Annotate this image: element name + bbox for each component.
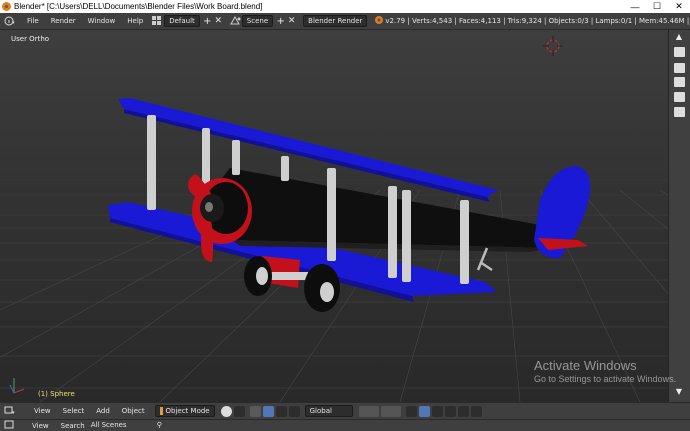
close-button[interactable]: ✕ [668, 0, 690, 13]
manipulator-toggle-icon[interactable] [249, 405, 261, 417]
snap-icon[interactable] [431, 405, 443, 417]
display-mode-label: All Scenes [90, 420, 127, 429]
3d-viewport[interactable]: User Ortho (1) Sphere [0, 30, 668, 402]
3d-view-header: ▾ View Select Add Object Object Mode Glo… [0, 402, 690, 419]
menu-select[interactable]: Select [57, 407, 91, 415]
window-title: Blender* [C:\Users\DELL\Documents\Blende… [14, 2, 263, 11]
sidebar-panel-5-icon[interactable] [674, 107, 685, 117]
layers-grid-2-icon[interactable] [380, 405, 401, 417]
menu-window[interactable]: Window [82, 17, 122, 25]
remove-scene-icon[interactable]: ✕ [286, 15, 297, 27]
render-engine-select[interactable]: Blender Render [303, 15, 368, 27]
menu-help[interactable]: Help [121, 17, 149, 25]
snap-element-icon[interactable] [444, 405, 456, 417]
add-screen-icon[interactable]: + [202, 15, 213, 27]
proportional-edit-icon[interactable] [418, 405, 430, 417]
view-label: User Ortho [11, 35, 50, 43]
object-mode-icon [159, 407, 163, 415]
screen-layout-label: Default [169, 17, 195, 25]
svg-text:▾: ▾ [12, 410, 15, 415]
scene-label: Scene [246, 17, 269, 25]
active-object-label: (1) Sphere [38, 390, 75, 398]
blender-logo-icon [373, 15, 384, 27]
3d-cursor-icon[interactable] [543, 36, 563, 56]
menu-file[interactable]: File [21, 17, 45, 25]
render-opengl-icon[interactable] [457, 405, 469, 417]
menu-add[interactable]: Add [90, 407, 116, 415]
minimize-button[interactable]: — [624, 0, 646, 13]
mode-select[interactable]: Object Mode [154, 405, 215, 417]
scroll-up-icon[interactable]: ▲ [673, 32, 685, 44]
render-engine-label: Blender Render [308, 17, 363, 25]
watermark-title: Activate Windows [534, 358, 637, 373]
orientation-label: Global [309, 407, 332, 415]
tool-shelf-sidebar: ▲ ▼ [668, 30, 690, 402]
watermark-subtitle: Go to Settings to activate Windows. [534, 374, 677, 384]
info-header: ▾ File Render Window Help Default + ✕ Sc… [0, 13, 690, 30]
editor-type-icon[interactable]: ▾ [4, 15, 15, 27]
search-field[interactable]: ⚲ [157, 421, 217, 431]
sidebar-panel-1-icon[interactable] [674, 47, 685, 57]
menu-render[interactable]: Render [45, 17, 82, 25]
svg-text:▾: ▾ [12, 20, 15, 26]
viewport-shading-icon[interactable] [220, 405, 232, 417]
display-mode-select[interactable]: All Scenes [91, 421, 153, 431]
transform-orientation-select[interactable]: Global [304, 405, 353, 417]
maximize-button[interactable]: ☐ [646, 0, 668, 13]
mode-label: Object Mode [165, 407, 210, 415]
rotate-manipulator-icon[interactable] [275, 405, 287, 417]
editor-type-outliner-icon[interactable] [4, 420, 20, 431]
screen-layout-select[interactable]: Default [164, 15, 200, 27]
scene-icon[interactable] [229, 15, 242, 27]
search-icon: ⚲ [156, 420, 162, 429]
editor-type-3d-view-icon[interactable]: ▾ [4, 405, 18, 417]
outliner-header: View Search All Scenes ⚲ [0, 419, 690, 431]
window-title-bar: Blender* [C:\Users\DELL\Documents\Blende… [0, 0, 690, 13]
outliner-menu-view[interactable]: View [26, 422, 55, 430]
info-icon: ▾ [4, 16, 15, 26]
layers-grid-icon[interactable] [358, 405, 379, 417]
remove-screen-icon[interactable]: ✕ [213, 15, 224, 27]
outliner-menu-search[interactable]: Search [55, 422, 91, 430]
add-scene-icon[interactable]: + [275, 15, 286, 27]
scale-manipulator-icon[interactable] [288, 405, 300, 417]
menu-view[interactable]: View [28, 407, 57, 415]
activate-windows-watermark: Activate Windows Go to Settings to activ… [534, 358, 676, 384]
scroll-down-icon[interactable]: ▼ [673, 387, 685, 399]
menu-object[interactable]: Object [116, 407, 151, 415]
sidebar-panel-3-icon[interactable] [674, 77, 685, 87]
blender-logo-icon [2, 2, 11, 11]
screen-layout-grid-icon[interactable] [152, 15, 164, 27]
render-animation-icon[interactable] [470, 405, 482, 417]
viewport-scene [0, 36, 668, 402]
sidebar-panel-4-icon[interactable] [674, 92, 685, 102]
translate-manipulator-icon[interactable] [262, 405, 274, 417]
lock-camera-icon[interactable] [405, 405, 417, 417]
top-wing [118, 98, 498, 197]
axis-gizmo-icon [9, 378, 25, 394]
scene-stats: v2.79 | Verts:4,543 | Faces:4,113 | Tris… [385, 17, 690, 25]
scene-select[interactable]: Scene [241, 15, 274, 27]
sidebar-panel-2-icon[interactable] [674, 63, 685, 73]
pivot-point-icon[interactable] [233, 405, 245, 417]
